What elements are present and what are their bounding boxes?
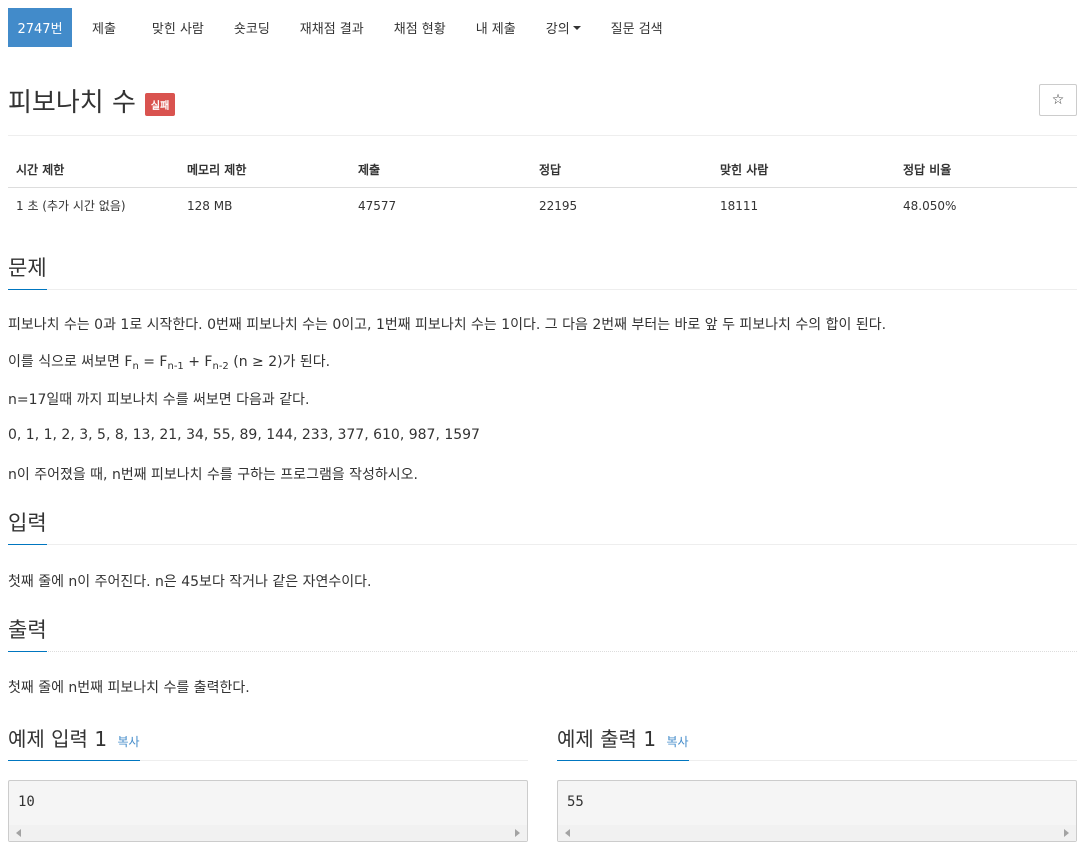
formula-eq: = F: [138, 354, 168, 370]
header-submissions: 제출: [350, 152, 531, 188]
input-description: 첫째 줄에 n이 주어진다. n은 45보다 작거나 같은 자연수이다.: [8, 574, 372, 590]
scroll-left-icon[interactable]: [16, 829, 21, 837]
problem-info-table: 시간 제한 메모리 제한 제출 정답 맞힌 사람 정답 비율 1 초 (추가 시…: [8, 152, 1077, 223]
fibonacci-sequence: 0, 1, 1, 2, 3, 5, 8, 13, 21, 34, 55, 89,…: [8, 427, 480, 443]
star-icon: ☆: [1051, 92, 1065, 108]
sample-input-box[interactable]: 10: [8, 780, 528, 842]
sample-output-title: 예제 출력 1: [557, 727, 657, 751]
nav-tab-problem[interactable]: 2747번: [8, 8, 72, 47]
nav-lectures-label: 강의: [545, 22, 570, 37]
scroll-right-icon[interactable]: [515, 829, 520, 837]
output-section-heading: 출력: [8, 614, 1077, 652]
sample-output-heading-inner: 예제 출력 1 복사: [557, 723, 689, 761]
nav-tab-lectures[interactable]: 강의: [531, 8, 596, 47]
status-badge: 실패: [144, 93, 176, 116]
sample-input-heading: 예제 입력 1 복사: [8, 723, 528, 761]
time-limit-value: 1 초 (추가 시간 없음): [16, 199, 126, 213]
problem-section-heading: 문제: [8, 252, 1077, 290]
input-section-heading: 입력: [8, 507, 1077, 545]
problem-title-row: 피보나치 수 실패: [8, 82, 176, 119]
sample-input-value: 10: [18, 794, 35, 810]
nav-tab-solved-users[interactable]: 맞힌 사람: [131, 8, 219, 47]
header-accept-ratio: 정답 비율: [895, 152, 1077, 188]
header-accepted: 정답: [531, 152, 712, 188]
accepted-value: 22195: [539, 198, 578, 213]
sample-output-heading: 예제 출력 1 복사: [557, 723, 1077, 761]
problem-title: 피보나치 수: [8, 88, 136, 118]
problem-nav: 2747번 제출 맞힌 사람 숏코딩 재채점 결과 채점 현황 내 제출 강의 …: [8, 8, 678, 47]
title-divider: [8, 135, 1077, 136]
solved-users-value: 18111: [720, 198, 759, 213]
problem-paragraph-1: 피보나치 수는 0과 1로 시작한다. 0번째 피보나치 수는 0이고, 1번째…: [8, 317, 887, 333]
formula-sub-n1: n-1: [167, 361, 184, 372]
problem-paragraph-5: n이 주어졌을 때, n번째 피보나치 수를 구하는 프로그램을 작성하시오.: [8, 467, 419, 483]
nav-tab-submit[interactable]: 제출: [72, 8, 131, 47]
output-heading: 출력: [8, 614, 47, 652]
star-button[interactable]: ☆: [1039, 84, 1077, 116]
scroll-right-icon[interactable]: [1064, 829, 1069, 837]
problem-paragraph-3: n=17일때 까지 피보나치 수를 써보면 다음과 같다.: [8, 392, 310, 408]
sample-input-scrollbar[interactable]: [9, 825, 527, 841]
scroll-left-icon[interactable]: [565, 829, 570, 837]
formula-plus: + F: [183, 354, 213, 370]
accept-ratio-value: 48.050%: [903, 198, 957, 213]
submissions-value: 47577: [358, 198, 397, 213]
nav-tab-short-coding[interactable]: 숏코딩: [219, 8, 285, 47]
nav-tab-rejudge[interactable]: 재채점 결과: [285, 8, 379, 47]
nav-tab-my-submissions[interactable]: 내 제출: [461, 8, 531, 47]
caret-down-icon: [572, 25, 581, 30]
formula-suffix: (n ≥ 2)가 된다.: [228, 354, 331, 370]
input-heading: 입력: [8, 507, 47, 545]
header-memory-limit: 메모리 제한: [179, 152, 350, 188]
memory-limit-value: 128 MB: [187, 198, 233, 213]
problem-heading: 문제: [8, 252, 47, 290]
formula-sub-n2: n-2: [212, 361, 229, 372]
sample-input-heading-inner: 예제 입력 1 복사: [8, 723, 140, 761]
copy-input-button[interactable]: 복사: [118, 735, 140, 749]
nav-tab-question-search[interactable]: 질문 검색: [596, 8, 678, 47]
copy-output-button[interactable]: 복사: [667, 735, 689, 749]
problem-formula: 이를 식으로 써보면 Fn = Fn-1 + Fn-2 (n ≥ 2)가 된다.: [8, 351, 330, 372]
table-row: 1 초 (추가 시간 없음) 128 MB 47577 22195 18111 …: [8, 188, 1077, 224]
sample-input-title: 예제 입력 1: [8, 727, 108, 751]
output-description: 첫째 줄에 n번째 피보나치 수를 출력한다.: [8, 680, 250, 696]
sample-output-box[interactable]: 55: [557, 780, 1077, 842]
table-header-row: 시간 제한 메모리 제한 제출 정답 맞힌 사람 정답 비율: [8, 152, 1077, 188]
sample-output-scrollbar[interactable]: [558, 825, 1076, 841]
header-solved-users: 맞힌 사람: [712, 152, 895, 188]
header-time-limit: 시간 제한: [8, 152, 179, 188]
formula-prefix: 이를 식으로 써보면 F: [8, 354, 133, 370]
sample-output-value: 55: [567, 794, 584, 810]
nav-tab-status[interactable]: 채점 현황: [379, 8, 461, 47]
